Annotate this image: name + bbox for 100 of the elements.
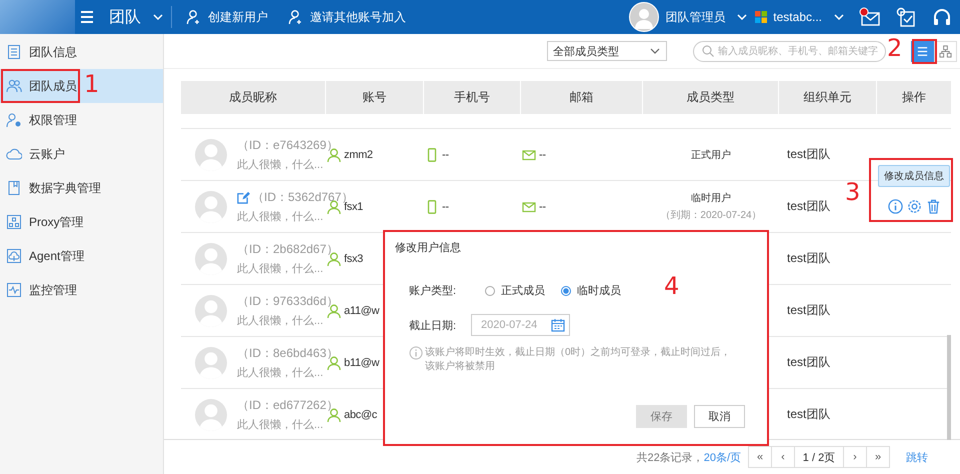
sidebar-item[interactable]: 团队信息 <box>0 35 163 69</box>
mail-icon <box>522 200 536 214</box>
record-count: 共22条记录， <box>636 450 704 464</box>
add-user-icon <box>186 9 202 25</box>
trash-icon[interactable] <box>926 199 941 214</box>
tree-view-button[interactable] <box>934 40 957 62</box>
windows-logo-icon <box>755 11 768 23</box>
org-unit: test团队 <box>787 146 830 163</box>
pager-button[interactable]: › <box>843 446 867 468</box>
avatar-placeholder <box>195 294 227 326</box>
account-text: abc@c <box>344 408 377 420</box>
team-title: 团队 <box>109 8 141 28</box>
sidebar-item[interactable]: 监控管理 <box>0 273 163 307</box>
column-header: 成员类型 <box>643 81 779 114</box>
column-header: 成员昵称 <box>181 81 326 114</box>
hint-text: 该账户将即时生效，截止日期（0时）之前均可登录，截止时间过后，该账户将被禁用 <box>425 346 732 374</box>
account-text: fsx3 <box>344 252 363 264</box>
account-text: b11@w <box>344 356 380 368</box>
sidebar-item[interactable]: 云账户 <box>0 137 163 171</box>
member-bio: 此人很懒，什么... <box>237 366 324 380</box>
account-name[interactable]: testabc... <box>773 10 822 24</box>
org-unit: test团队 <box>787 250 830 267</box>
settings-icon[interactable] <box>907 199 922 214</box>
annotation-number: 3 <box>845 178 860 206</box>
user-icon <box>327 200 341 214</box>
phone-text: -- <box>442 148 449 160</box>
add-user-button[interactable]: 邀请其他账号加入 <box>288 8 406 26</box>
mail-icon <box>522 148 536 162</box>
info-icon[interactable] <box>888 199 903 214</box>
caret-icon[interactable] <box>834 14 844 20</box>
pager-button[interactable]: « <box>748 446 772 468</box>
caret-icon <box>650 48 660 54</box>
radio-option[interactable]: 临时成员 <box>561 283 621 298</box>
pager-button[interactable]: ‹ <box>771 446 795 468</box>
member-bio: 此人很懒，什么... <box>237 158 324 172</box>
member-id: （ID：8e6bd463） <box>237 345 338 362</box>
tooltip: 修改成员信息 <box>878 165 950 187</box>
network-icon <box>6 214 22 230</box>
phone-icon <box>425 200 439 214</box>
member-id: （ID：ed677262） <box>237 397 338 414</box>
sidebar-item[interactable]: Agent管理 <box>0 239 163 273</box>
hierarchy-icon <box>939 44 952 58</box>
column-header: 组织单元 <box>779 81 877 114</box>
sidebar-item[interactable]: Proxy管理 <box>0 205 163 239</box>
avatar-placeholder <box>195 138 227 170</box>
add-user-button[interactable]: 创建新用户 <box>186 8 268 26</box>
caret-icon[interactable] <box>737 14 748 20</box>
headset-icon[interactable] <box>931 7 953 27</box>
list-icon <box>916 44 929 58</box>
column-header: 操作 <box>877 81 952 114</box>
member-id: （ID：e7643269） <box>237 137 338 154</box>
email-text: -- <box>539 148 546 160</box>
avatar-placeholder <box>195 398 227 430</box>
member-type: 正式用户 <box>691 148 731 162</box>
search-icon <box>702 45 714 57</box>
user-name[interactable]: 团队管理员 <box>665 8 726 26</box>
user-gear-icon <box>6 112 22 128</box>
account-text: a11@w <box>344 304 380 316</box>
avatar-placeholder <box>195 346 227 378</box>
org-unit: test团队 <box>787 302 830 319</box>
phone-text: -- <box>442 200 449 212</box>
info-icon <box>409 346 423 360</box>
menu-icon[interactable] <box>79 9 95 25</box>
column-header: 邮箱 <box>521 81 643 114</box>
scrollbar[interactable] <box>947 335 951 440</box>
member-id: （ID：97633d6d） <box>237 293 338 310</box>
annotation-number: 1 <box>84 70 100 98</box>
edit-icon[interactable] <box>237 191 250 204</box>
user-avatar[interactable] <box>629 2 660 32</box>
annotation-number: 2 <box>887 34 902 62</box>
document-icon <box>6 44 22 60</box>
account-text: zmm2 <box>344 148 373 160</box>
cancel-button[interactable]: 取消 <box>694 405 745 428</box>
member-type-select[interactable]: 全部成员类型 <box>547 41 667 61</box>
member-bio: 此人很懒，什么... <box>237 262 324 276</box>
cloud-download-icon <box>6 248 22 264</box>
org-unit: test团队 <box>787 354 830 371</box>
sidebar-item[interactable]: 数据字典管理 <box>0 171 163 205</box>
cloud-icon <box>6 146 22 162</box>
add-user-icon <box>288 9 304 25</box>
member-bio: 此人很懒，什么... <box>237 314 324 328</box>
field-label: 截止日期: <box>409 318 458 332</box>
sidebar-item[interactable]: 权限管理 <box>0 103 163 137</box>
org-unit: test团队 <box>787 406 830 423</box>
member-type: 临时用户 <box>691 192 731 205</box>
highlight-frame <box>912 39 937 64</box>
clipboard-icon[interactable] <box>895 7 917 27</box>
expiry-date: （到期：2020-07-24） <box>660 208 762 222</box>
pager-button[interactable]: » <box>866 446 890 468</box>
caret-icon[interactable] <box>153 14 163 20</box>
column-header: 手机号 <box>424 81 521 114</box>
radio-option[interactable]: 正式成员 <box>485 283 545 298</box>
dialog-title: 修改用户信息 <box>395 240 462 255</box>
avatar-placeholder <box>195 242 227 274</box>
org-unit: test团队 <box>787 198 830 215</box>
mail-icon[interactable] <box>859 7 881 27</box>
field-label: 账户类型: <box>409 284 458 298</box>
member-bio: 此人很懒，什么... <box>237 418 324 432</box>
member-id: （ID：2b682d67） <box>237 241 338 258</box>
page-indicator[interactable]: 1 / 2页 <box>794 446 844 468</box>
